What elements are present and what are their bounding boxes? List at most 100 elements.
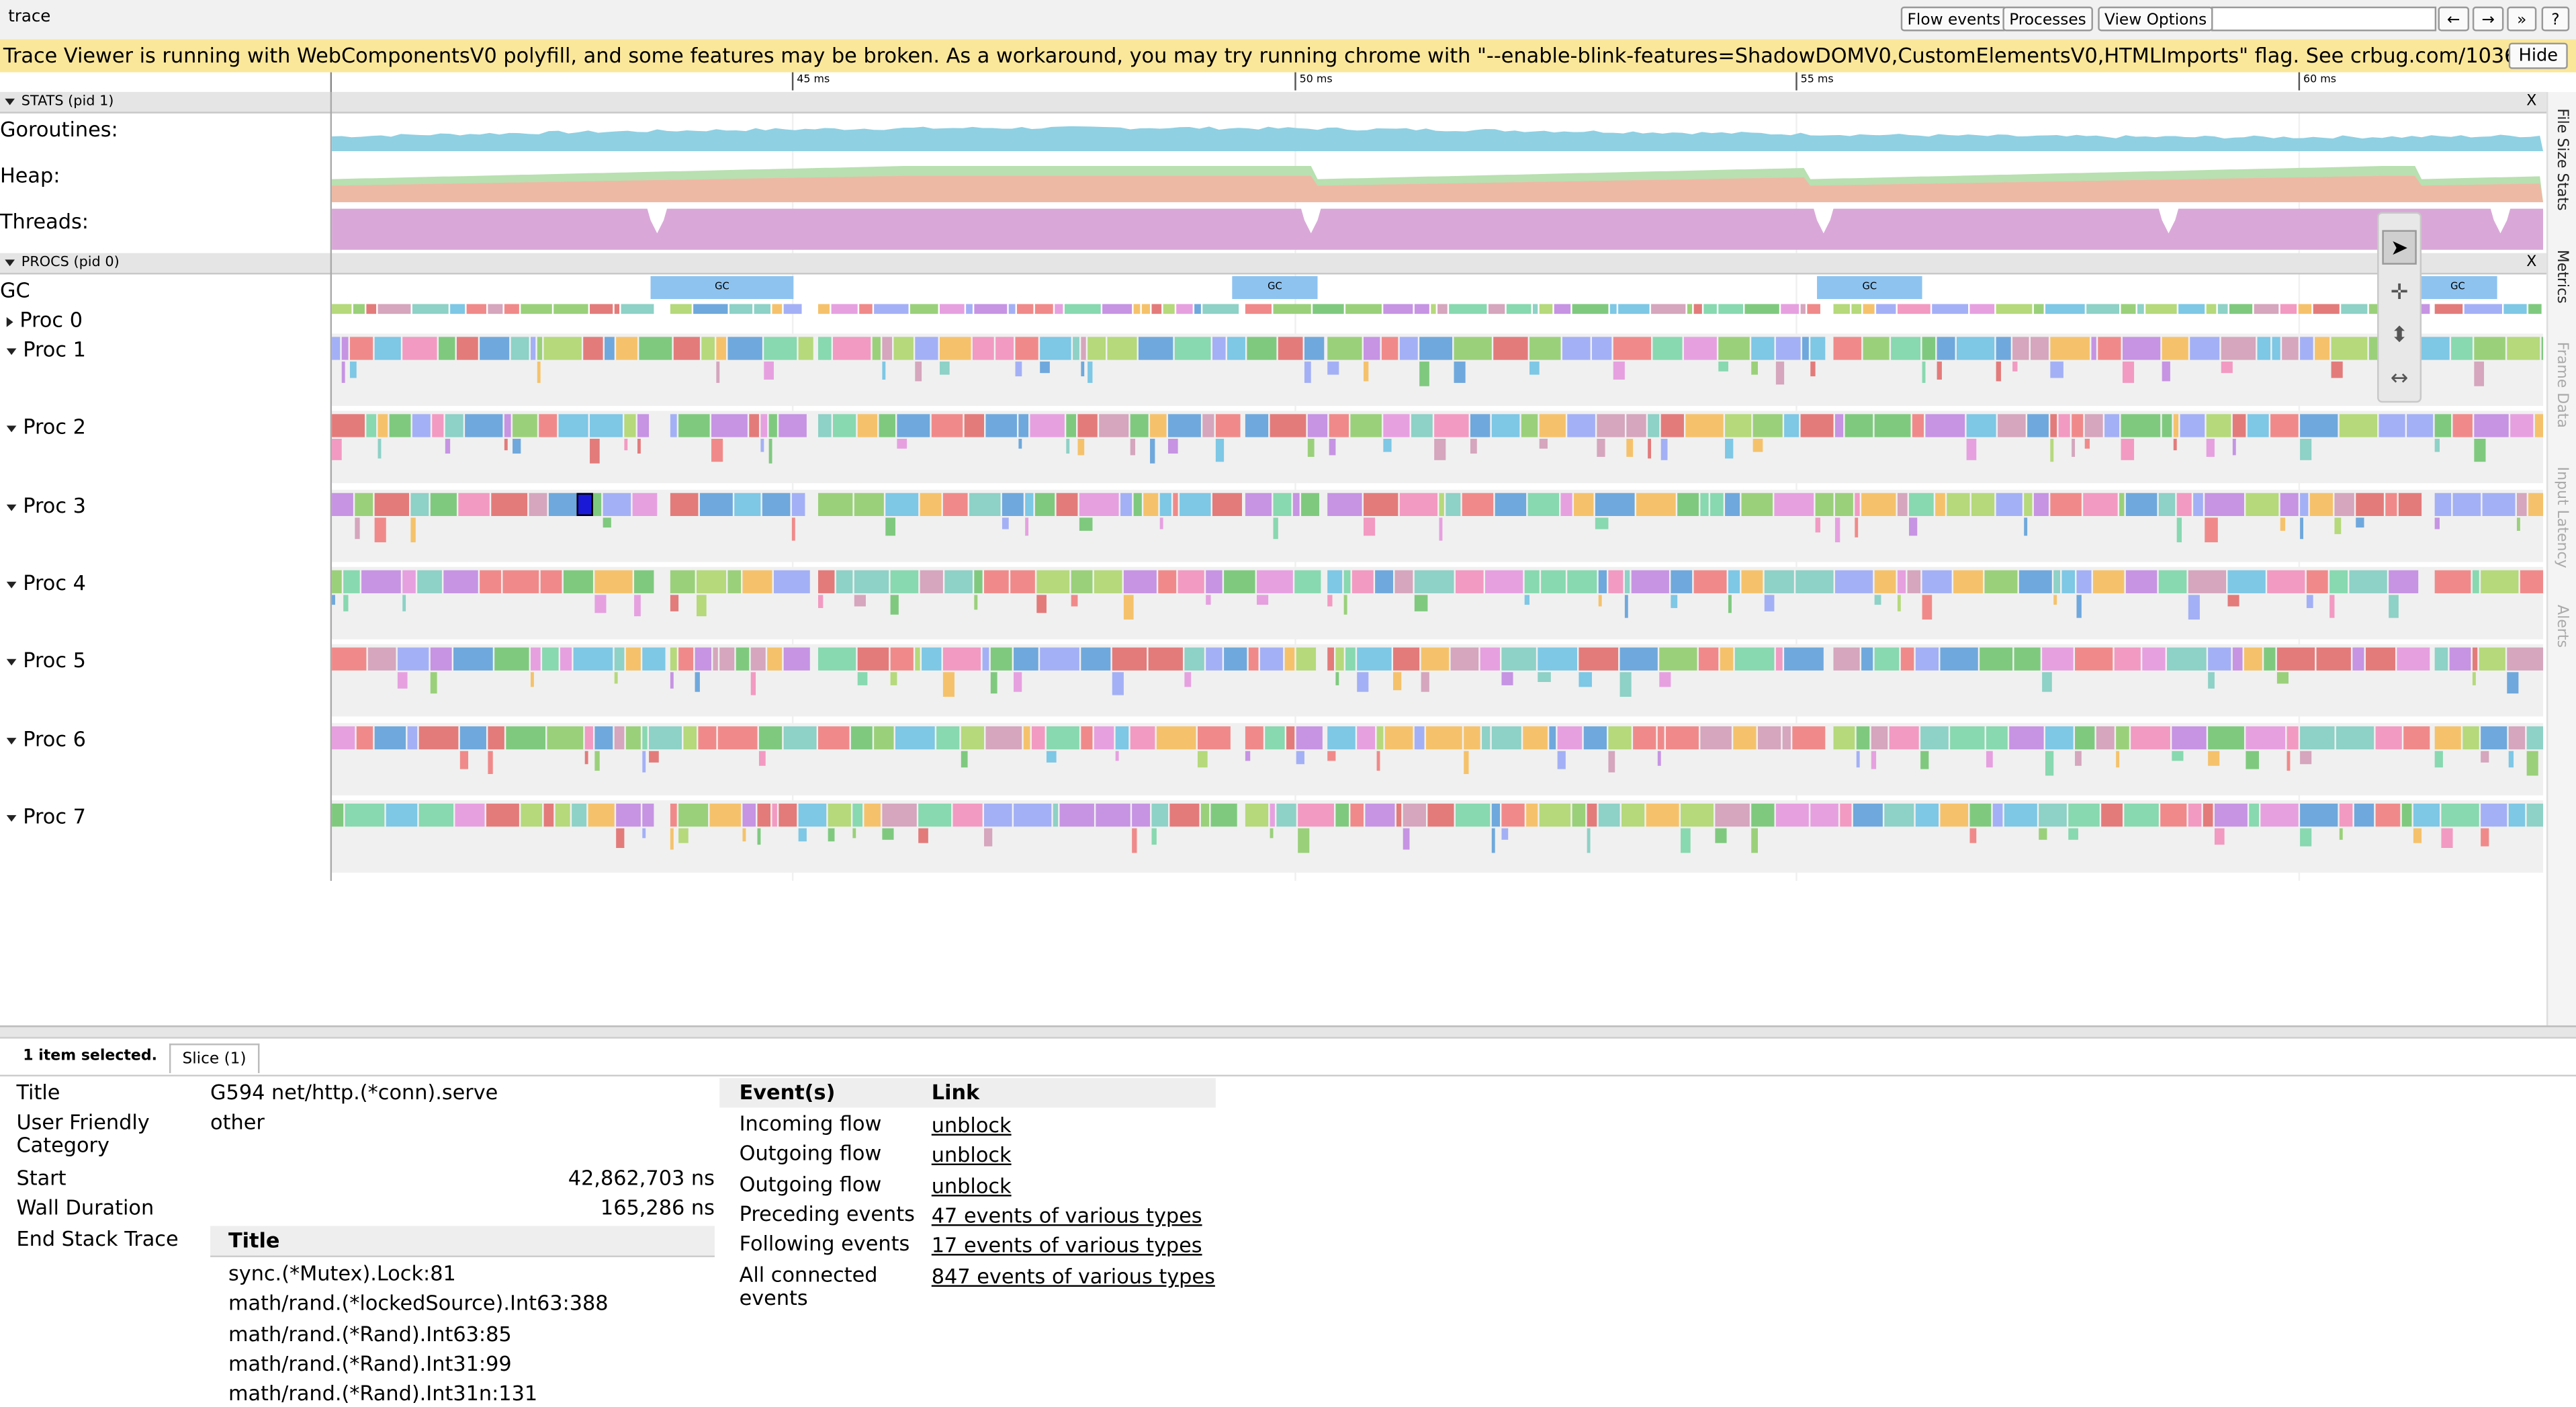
goroutine-sub-slice[interactable] [2173,439,2177,451]
goroutine-slice[interactable] [942,493,968,516]
goroutine-slice[interactable] [543,337,582,360]
goroutine-sub-slice[interactable] [1648,439,1652,459]
proc-5-track[interactable] [332,644,2544,717]
goroutine-slice[interactable] [1427,803,1454,827]
goroutine-slice[interactable] [1539,304,1553,314]
goroutine-sub-slice[interactable] [2024,517,2028,536]
goroutine-slice[interactable] [594,726,613,750]
goroutine-sub-slice[interactable] [2300,828,2312,847]
goroutine-slice[interactable] [2075,726,2095,750]
goroutine-slice[interactable] [1539,414,1566,437]
goroutine-slice[interactable] [1178,570,1204,593]
goroutine-sub-slice[interactable] [1132,828,1137,853]
goroutine-slice[interactable] [760,414,768,437]
goroutine-sub-slice[interactable] [764,361,774,380]
goroutine-slice[interactable] [1425,726,1462,750]
proc-5-label[interactable]: Proc 5 [6,648,337,672]
goroutine-slice[interactable] [1996,337,2011,360]
goroutine-sub-slice[interactable] [1657,751,1661,766]
goroutine-slice[interactable] [430,647,452,671]
goroutine-slice[interactable] [1132,803,1151,827]
goroutine-slice[interactable] [417,570,442,593]
goroutine-sub-slice[interactable] [942,672,955,697]
goroutine-slice[interactable] [1014,647,1038,671]
goroutine-sub-slice[interactable] [377,439,382,459]
goroutine-slice[interactable] [1056,493,1078,516]
goroutine-sub-slice[interactable] [1270,828,1274,839]
goroutine-sub-slice[interactable] [1660,439,1668,460]
goroutine-slice[interactable] [1470,414,1491,437]
goroutine-slice[interactable] [2464,304,2502,314]
goroutine-slice[interactable] [1734,647,1775,671]
goroutine-slice[interactable] [758,726,783,750]
goroutine-sub-slice[interactable] [1681,828,1691,853]
goroutine-sub-slice[interactable] [1307,439,1315,457]
goroutine-slice[interactable] [2300,414,2338,437]
goroutine-slice[interactable] [2260,803,2299,827]
goroutine-sub-slice[interactable] [678,828,689,843]
goroutine-slice[interactable] [2352,647,2364,671]
goroutine-slice[interactable] [966,304,973,314]
goroutine-slice[interactable] [2050,493,2082,516]
goroutine-slice[interactable] [2503,304,2527,314]
goroutine-slice[interactable] [2086,304,2120,314]
goroutine-sub-slice[interactable] [1909,517,1918,536]
goroutine-slice[interactable] [1449,304,1487,314]
goroutine-sub-slice[interactable] [445,439,451,454]
goroutine-slice[interactable] [1286,726,1295,750]
close-stats-button[interactable]: X [2526,92,2536,112]
goroutine-slice[interactable] [504,304,519,314]
goroutine-slice[interactable] [2158,570,2187,593]
goroutine-slice[interactable] [1276,803,1296,827]
goroutine-slice[interactable] [1969,304,1995,314]
goroutine-slice[interactable] [1567,570,1597,593]
goroutine-slice[interactable] [1376,726,1384,750]
goroutine-slice[interactable] [349,337,373,360]
goroutine-sub-slice[interactable] [2121,439,2135,460]
goroutine-slice[interactable] [1574,493,1594,516]
goroutine-slice[interactable] [1064,304,1101,314]
goroutine-sub-slice[interactable] [614,672,618,684]
goroutine-slice[interactable] [1539,803,1571,827]
goroutine-sub-slice[interactable] [2507,672,2519,694]
goroutine-slice[interactable] [407,726,418,750]
goroutine-slice[interactable] [1845,414,1873,437]
goroutine-sub-slice[interactable] [2516,517,2520,531]
goroutine-sub-slice[interactable] [537,361,541,383]
goroutine-slice[interactable] [2229,304,2253,314]
goroutine-sub-slice[interactable] [716,361,720,383]
goroutine-slice[interactable] [1079,493,1119,516]
goroutine-slice[interactable] [1956,337,1995,360]
goroutine-sub-slice[interactable] [2413,828,2422,843]
goroutine-slice[interactable] [2481,726,2507,750]
goroutine-slice[interactable] [1856,726,1870,750]
goroutine-slice[interactable] [2452,414,2473,437]
view-options-button[interactable]: View Options [2098,6,2214,32]
goroutine-slice[interactable] [542,647,559,671]
goroutine-slice[interactable] [1411,414,1433,437]
goroutine-slice[interactable] [1030,414,1065,437]
goroutine-slice[interactable] [1687,304,1693,314]
goroutine-slice[interactable] [1897,493,1908,516]
goroutine-sub-slice[interactable] [768,439,772,464]
goroutine-slice[interactable] [345,803,385,827]
goroutine-slice[interactable] [2058,414,2070,437]
goroutine-sub-slice[interactable] [1856,751,1860,768]
goroutine-slice[interactable] [2188,570,2227,593]
goroutine-slice[interactable] [964,414,985,437]
goroutine-slice[interactable] [1560,493,1572,516]
goroutine-slice[interactable] [1897,304,1930,314]
find-previous-button[interactable]: ← [2438,6,2470,32]
goroutine-slice[interactable] [2232,647,2243,671]
goroutine-slice[interactable] [1094,570,1122,593]
goroutine-slice[interactable] [764,337,797,360]
goroutine-sub-slice[interactable] [2042,672,2052,692]
goroutine-sub-slice[interactable] [885,517,895,536]
goroutine-slice[interactable] [2482,493,2516,516]
goroutine-slice[interactable] [1784,414,1800,437]
goroutine-slice[interactable] [920,570,943,593]
goroutine-slice[interactable] [1922,337,1936,360]
goroutine-sub-slice[interactable] [649,751,659,763]
goroutine-slice[interactable] [2121,304,2136,314]
goroutine-sub-slice[interactable] [2072,439,2076,457]
